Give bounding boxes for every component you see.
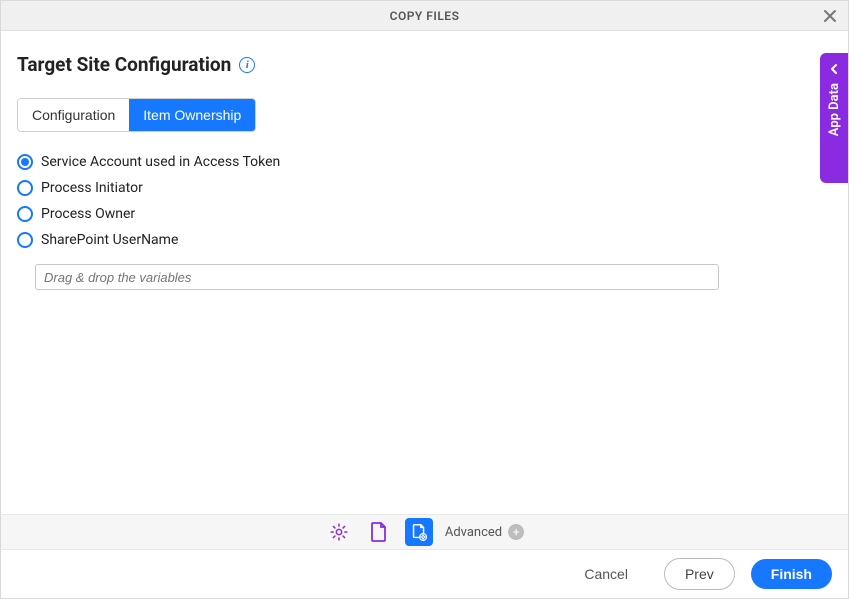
dialog-title: COPY FILES: [390, 9, 460, 23]
app-data-panel-toggle[interactable]: App Data: [820, 53, 848, 183]
finish-button[interactable]: Finish: [751, 559, 832, 589]
settings-button[interactable]: [325, 518, 353, 546]
app-data-label: App Data: [827, 83, 842, 136]
radio-icon: [17, 154, 33, 170]
dialog-footer: Cancel Prev Finish: [1, 550, 848, 598]
close-icon: [823, 9, 837, 23]
tab-item-ownership[interactable]: Item Ownership: [129, 99, 255, 131]
radio-icon: [17, 232, 33, 248]
gear-icon: [329, 522, 349, 542]
file-button[interactable]: [365, 518, 393, 546]
radio-label: Process Initiator: [41, 180, 143, 196]
copy-files-dialog: COPY FILES Target Site Configuration i C…: [0, 0, 849, 599]
chevron-left-icon: [828, 63, 840, 75]
radio-process-owner[interactable]: Process Owner: [17, 206, 832, 222]
radio-service-account[interactable]: Service Account used in Access Token: [17, 154, 832, 170]
sharepoint-username-input[interactable]: [35, 264, 719, 290]
radio-sharepoint-username[interactable]: SharePoint UserName: [17, 232, 832, 248]
tab-configuration[interactable]: Configuration: [18, 99, 129, 131]
close-button[interactable]: [818, 4, 842, 28]
radio-icon: [17, 180, 33, 196]
file-icon: [370, 522, 388, 542]
dialog-header: COPY FILES: [1, 1, 848, 31]
advanced-link[interactable]: Advanced +: [445, 524, 524, 540]
advanced-label: Advanced: [445, 525, 502, 540]
tab-group: Configuration Item Ownership: [17, 98, 256, 132]
copy-file-icon: [409, 522, 429, 542]
username-input-wrap: [35, 264, 719, 290]
cancel-button[interactable]: Cancel: [564, 559, 648, 589]
advanced-toolbar: Advanced +: [1, 514, 848, 550]
page-title: Target Site Configuration: [17, 53, 231, 76]
radio-label: SharePoint UserName: [41, 232, 178, 248]
prev-button[interactable]: Prev: [664, 558, 735, 590]
info-icon[interactable]: i: [239, 57, 255, 73]
plus-icon: +: [508, 524, 524, 540]
radio-process-initiator[interactable]: Process Initiator: [17, 180, 832, 196]
ownership-radio-group: Service Account used in Access Token Pro…: [17, 154, 832, 290]
section-title-row: Target Site Configuration i: [17, 53, 832, 76]
dialog-body: Target Site Configuration i Configuratio…: [1, 31, 848, 514]
copy-file-button[interactable]: [405, 518, 433, 546]
radio-label: Process Owner: [41, 206, 135, 222]
radio-label: Service Account used in Access Token: [41, 154, 280, 170]
radio-icon: [17, 206, 33, 222]
